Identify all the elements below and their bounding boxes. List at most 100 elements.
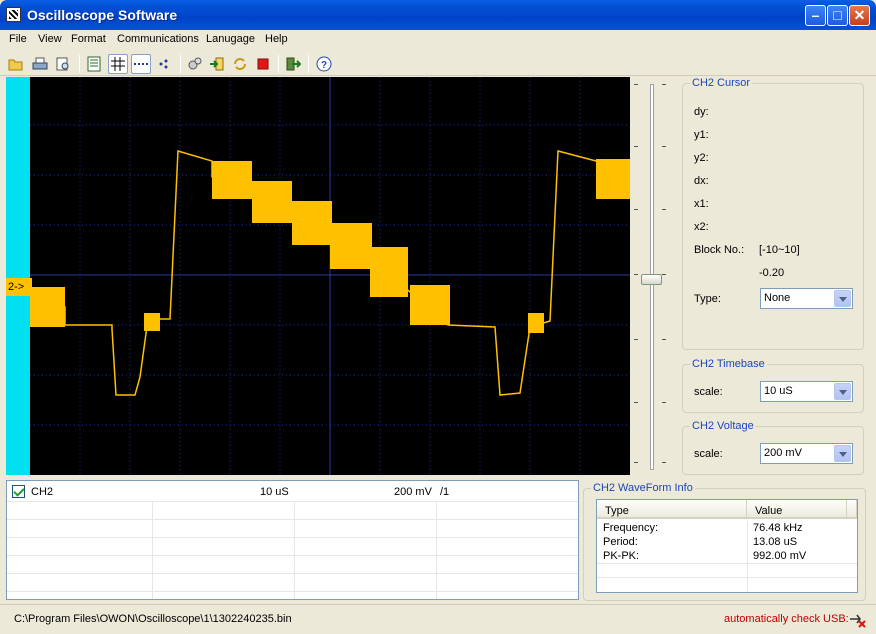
channel-row[interactable]: CH2 10 uS 200 mV /1 (7, 481, 578, 501)
file-path: C:\Program Files\OWON\Oscilloscope\1\130… (14, 613, 292, 625)
channel-voltage: 200 mV (394, 486, 432, 498)
timebase-panel-title: CH2 Timebase (690, 358, 767, 370)
col-type-header[interactable]: Type (597, 500, 747, 519)
close-button[interactable]: ✕ (849, 5, 870, 26)
table-row[interactable]: Period: 13.08 uS (597, 535, 857, 549)
y1-label: y1: (694, 129, 709, 141)
menu-language[interactable]: Lanugage (206, 33, 255, 45)
channel-strip[interactable] (6, 77, 30, 475)
title-bar[interactable]: Oscilloscope Software – □ ✕ (0, 0, 876, 30)
import-icon (210, 57, 224, 71)
type-label: Type: (694, 293, 721, 305)
grid-button[interactable] (108, 54, 128, 74)
voltage-panel-title: CH2 Voltage (690, 420, 756, 432)
menu-communications[interactable]: Communications (117, 33, 199, 45)
timebase-scale-value: 10 uS (764, 385, 793, 397)
block-label: Block No.: (694, 244, 745, 256)
cursor-panel: CH2 Cursor dy: y1: y2: dx: x1: x2: Block… (682, 77, 864, 350)
dots-icon (159, 59, 168, 69)
toolbar: ? (0, 51, 876, 76)
timebase-scale-select[interactable]: 10 uS (760, 381, 853, 402)
channel-list[interactable]: CH2 10 uS 200 mV /1 (6, 480, 579, 600)
vertical-position-slider[interactable] (634, 84, 666, 470)
chevron-down-icon[interactable] (834, 383, 851, 400)
info-type: Period: (603, 536, 638, 548)
refresh-button[interactable] (230, 54, 250, 74)
menu-help[interactable]: Help (265, 33, 288, 45)
waveform-info-table[interactable]: Type Value Frequency: 76.48 kHz Period: … (596, 499, 858, 593)
scope-grid (30, 77, 630, 475)
channel-name: CH2 (31, 486, 54, 498)
usb-status-text: automatically check USB: (724, 613, 849, 625)
app-icon[interactable] (6, 7, 21, 22)
table-row[interactable]: PK-PK: 992.00 mV (597, 549, 857, 563)
channel-probe: /1 (440, 486, 450, 498)
refresh-icon (234, 58, 246, 70)
dy-label: dy: (694, 106, 709, 118)
channel-timebase: 10 uS (260, 486, 289, 498)
stop-icon (257, 58, 269, 70)
menu-bar: File View Format Communications Lanugage… (0, 30, 876, 50)
export-icon (286, 57, 301, 71)
info-value: 13.08 uS (753, 536, 798, 548)
waveform-canvas[interactable] (30, 77, 630, 475)
slider-thumb[interactable] (641, 274, 662, 285)
export-button[interactable] (283, 54, 303, 74)
menu-view[interactable]: View (38, 33, 62, 45)
block-value: -0.20 (759, 267, 785, 279)
dotted-line-icon (134, 63, 148, 65)
menu-file[interactable]: File (9, 33, 27, 45)
channel-checkbox[interactable] (12, 485, 25, 498)
info-type: PK-PK: (603, 550, 640, 562)
print-preview-button[interactable] (53, 54, 73, 74)
stop-button[interactable] (253, 54, 273, 74)
usb-disconnected-icon[interactable] (848, 610, 866, 628)
svg-text:?: ? (321, 60, 327, 71)
info-value: 992.00 mV (753, 550, 807, 562)
maximize-icon: □ (833, 7, 842, 23)
minimize-button[interactable]: – (805, 5, 826, 26)
connect-button[interactable] (185, 54, 205, 74)
channel-marker[interactable]: 2-> (6, 278, 32, 296)
cursor-type-select[interactable]: None (760, 288, 853, 309)
voltage-scale-value: 200 mV (764, 447, 802, 459)
voltage-scale-label: scale: (694, 448, 723, 460)
print-icon (32, 57, 48, 70)
timebase-scale-label: scale: (694, 386, 723, 398)
help-button[interactable]: ? (314, 54, 334, 74)
list-icon (87, 56, 101, 72)
timebase-panel: CH2 Timebase scale: 10 uS (682, 358, 864, 413)
print-button[interactable] (30, 54, 50, 74)
print-preview-icon (56, 57, 69, 71)
col-value-header[interactable]: Value (747, 500, 847, 519)
block-range: [-10~10] (759, 244, 800, 256)
chevron-down-icon[interactable] (834, 290, 851, 307)
cursor-type-value: None (764, 292, 791, 304)
close-icon: ✕ (853, 7, 866, 23)
info-value: 76.48 kHz (753, 522, 803, 534)
maximize-button[interactable]: □ (827, 5, 848, 26)
voltage-panel: CH2 Voltage scale: 200 mV (682, 420, 864, 475)
dx-label: dx: (694, 175, 709, 187)
list-button[interactable] (84, 54, 104, 74)
info-type: Frequency: (603, 522, 659, 534)
grid-icon (111, 57, 125, 71)
dots-button[interactable] (154, 54, 174, 74)
menu-format[interactable]: Format (71, 33, 106, 45)
chevron-down-icon[interactable] (834, 445, 851, 462)
voltage-scale-select[interactable]: 200 mV (760, 443, 853, 464)
help-icon: ? (316, 56, 332, 72)
import-button[interactable] (207, 54, 227, 74)
oscilloscope-display[interactable]: 2-> (6, 77, 630, 475)
x2-label: x2: (694, 221, 709, 233)
connect-icon (188, 57, 202, 70)
waveform-info-title: CH2 WaveForm Info (591, 482, 695, 494)
minimize-icon: – (811, 7, 820, 23)
dotted-line-button[interactable] (131, 54, 151, 74)
open-button[interactable] (6, 54, 26, 74)
x1-label: x1: (694, 198, 709, 210)
window-title: Oscilloscope Software (27, 7, 178, 23)
table-row[interactable]: Frequency: 76.48 kHz (597, 521, 857, 535)
y2-label: y2: (694, 152, 709, 164)
open-icon (8, 59, 23, 71)
